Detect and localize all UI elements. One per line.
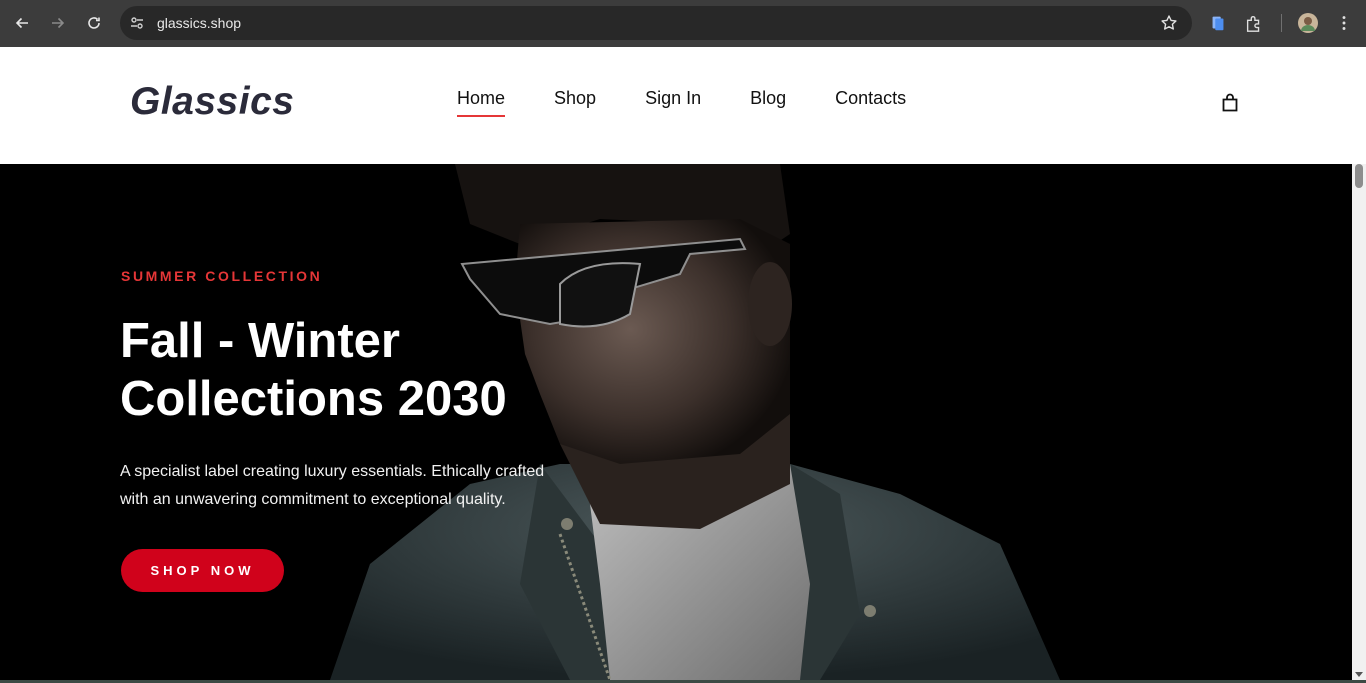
site-logo[interactable]: Glassics <box>130 80 294 124</box>
url-text[interactable]: glassics.shop <box>157 15 241 31</box>
site-settings-icon[interactable] <box>120 6 154 40</box>
nav-sign-in[interactable]: Sign In <box>645 88 701 117</box>
hero-eyebrow: SUMMER COLLECTION <box>121 268 323 284</box>
nav-shop[interactable]: Shop <box>554 88 596 117</box>
nav-blog[interactable]: Blog <box>750 88 786 117</box>
back-arrow-icon[interactable] <box>4 5 40 41</box>
extension-docs-icon[interactable] <box>1207 12 1229 34</box>
browser-toolbar: glassics.shop <box>0 0 1366 47</box>
scroll-down-arrow-icon[interactable] <box>1355 672 1363 677</box>
page-scrollbar[interactable] <box>1352 164 1366 680</box>
nav-home[interactable]: Home <box>457 88 506 117</box>
more-vert-icon[interactable] <box>1333 12 1355 34</box>
scrollbar-thumb[interactable] <box>1355 164 1363 188</box>
hero-title: Fall - Winter Collections 2030 <box>120 314 507 426</box>
extensions-puzzle-icon[interactable] <box>1243 12 1265 34</box>
toolbar-divider <box>1281 14 1282 32</box>
hero-description: A specialist label creating luxury essen… <box>120 463 545 508</box>
forward-arrow-icon[interactable] <box>40 5 76 41</box>
shop-now-button[interactable]: SHOP NOW <box>121 549 284 592</box>
reload-icon[interactable] <box>76 5 112 41</box>
profile-avatar-icon[interactable] <box>1297 12 1319 34</box>
address-bar[interactable]: glassics.shop <box>120 6 1192 40</box>
hero-banner: SUMMER COLLECTION Fall - Winter Collecti… <box>0 164 1352 680</box>
nav-contacts[interactable]: Contacts <box>835 88 906 117</box>
main-nav: Home Shop Sign In Blog Contacts <box>457 88 955 117</box>
bookmark-star-icon[interactable] <box>1160 14 1178 32</box>
shopping-bag-icon[interactable] <box>1220 93 1240 113</box>
site-header: Glassics Home Shop Sign In Blog Contacts <box>0 47 1366 164</box>
